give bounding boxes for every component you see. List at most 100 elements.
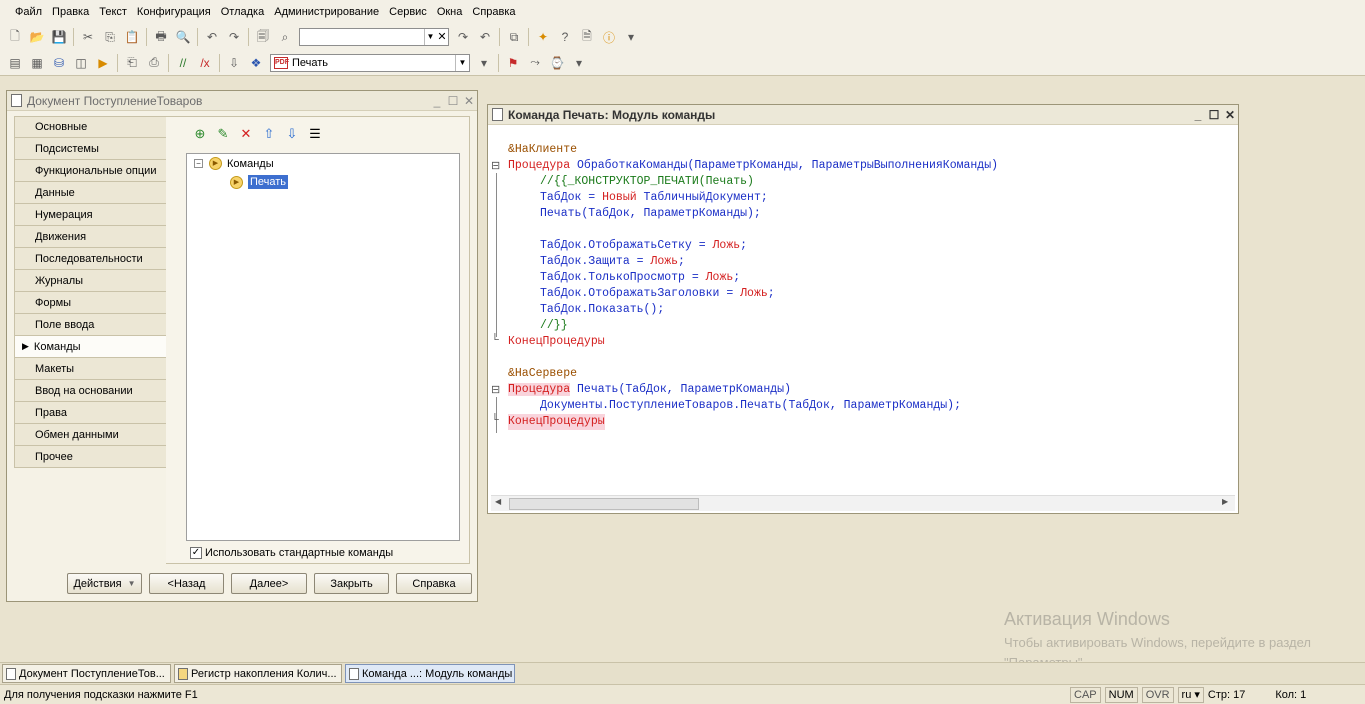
paste-icon[interactable]: 📋	[123, 28, 141, 46]
tab-numbering[interactable]: Нумерация	[14, 204, 167, 226]
toolbar-more-icon[interactable]: ▾	[622, 28, 640, 46]
menu-debug[interactable]: Отладка	[216, 0, 269, 24]
tree-node-print[interactable]: ▶ Печать	[230, 175, 289, 189]
maximize-icon[interactable]: ☐	[445, 94, 461, 108]
command-combo[interactable]: PDF Печать ▼	[270, 53, 470, 72]
cut-icon[interactable]: ✂	[79, 28, 97, 46]
procedure-icon[interactable]: ❖	[247, 54, 265, 72]
menu-windows[interactable]: Окна	[432, 0, 468, 24]
search-input[interactable]: ▼ ✕	[299, 28, 449, 46]
tab-journals[interactable]: Журналы	[14, 270, 167, 292]
info-icon[interactable]: ⓘ	[600, 28, 618, 46]
move-up-icon[interactable]: ⇧	[260, 125, 278, 143]
print-preview-icon[interactable]: 🔍	[174, 28, 192, 46]
tab-subsystems[interactable]: Подсистемы	[14, 138, 167, 160]
database-update-icon[interactable]: ⛁	[50, 54, 68, 72]
close-icon[interactable]: ✕	[461, 94, 477, 108]
module-icon[interactable]: ⎙	[145, 54, 163, 72]
checkbox-checked-icon[interactable]: ✓	[190, 547, 202, 559]
close-button[interactable]: Закрыть	[314, 573, 389, 594]
config-compare-icon[interactable]: ◫	[72, 54, 90, 72]
scroll-right-icon[interactable]: ▶	[1222, 497, 1228, 506]
maximize-icon[interactable]: ☐	[1206, 108, 1222, 122]
tab-data[interactable]: Данные	[14, 182, 167, 204]
search-clear-icon[interactable]: ✕	[436, 29, 448, 45]
minimize-icon[interactable]: _	[1190, 108, 1206, 122]
tab-functional-options[interactable]: Функциональные опции	[14, 160, 167, 182]
combo-dropdown-icon[interactable]: ▼	[455, 54, 469, 71]
breakpoint-icon[interactable]: ⚑	[504, 54, 522, 72]
menu-edit[interactable]: Правка	[47, 0, 94, 24]
taskbar-item-module[interactable]: Команда ...: Модуль команды	[345, 664, 515, 683]
document-window-titlebar[interactable]: Документ ПоступлениеТоваров _ ☐ ✕	[7, 91, 477, 111]
list-icon[interactable]: ☰	[306, 125, 324, 143]
menu-configuration[interactable]: Конфигурация	[132, 0, 216, 24]
config-window-icon[interactable]: ▦	[28, 54, 46, 72]
tab-templates[interactable]: Макеты	[14, 358, 167, 380]
find-icon[interactable]: ⌕	[276, 28, 294, 46]
tab-commands[interactable]: ▶ Команды	[14, 336, 172, 358]
run-debug-icon[interactable]: ▶	[94, 54, 112, 72]
find-previous-icon[interactable]: ↶	[476, 28, 494, 46]
taskbar-item-register[interactable]: Регистр накопления Колич...	[174, 664, 342, 683]
open-folder-icon[interactable]: 📂	[28, 28, 46, 46]
save-icon[interactable]: 💾	[50, 28, 68, 46]
find-in-files-icon[interactable]: 🗐	[254, 28, 272, 46]
tab-forms[interactable]: Формы	[14, 292, 167, 314]
redo-icon[interactable]: ↷	[225, 28, 243, 46]
delete-icon[interactable]: ✕	[237, 125, 255, 143]
tab-other[interactable]: Прочее	[14, 446, 167, 468]
tab-input-by-basis[interactable]: Ввод на основании	[14, 380, 167, 402]
taskbar-item-document[interactable]: Документ ПоступлениеТов...	[2, 664, 171, 683]
config-tree-icon[interactable]: ▤	[6, 54, 24, 72]
scrollbar-thumb[interactable]	[509, 498, 699, 510]
edit-icon[interactable]: ✎	[214, 125, 232, 143]
menu-file[interactable]: Файл	[10, 0, 47, 24]
collapse-procedure-icon[interactable]: ⊟	[491, 383, 502, 396]
help-button[interactable]: Справка	[396, 573, 472, 594]
step-icon[interactable]: ⤳	[526, 54, 544, 72]
search-dropdown-icon[interactable]: ▼	[424, 29, 436, 45]
combo-more-icon[interactable]: ▾	[475, 54, 493, 72]
tab-input-field[interactable]: Поле ввода	[14, 314, 167, 336]
collapse-procedure-icon[interactable]: ⊟	[491, 159, 502, 172]
module-window-titlebar[interactable]: Команда Печать: Модуль команды _ ☐ ✕	[488, 105, 1238, 125]
close-icon[interactable]: ✕	[1222, 108, 1238, 122]
windows-icon[interactable]: ⧉	[505, 28, 523, 46]
next-button[interactable]: Далее>	[231, 573, 307, 594]
tab-data-exchange[interactable]: Обмен данными	[14, 424, 167, 446]
tab-main[interactable]: Основные	[14, 116, 167, 138]
wizard-icon[interactable]: ✦	[534, 28, 552, 46]
new-file-icon[interactable]: 🗋	[6, 28, 24, 46]
actions-button[interactable]: Действия ▼	[67, 573, 142, 594]
menu-administration[interactable]: Администрирование	[269, 0, 384, 24]
undo-icon[interactable]: ↶	[203, 28, 221, 46]
debug-more-icon[interactable]: ▾	[570, 54, 588, 72]
procedures-list-icon[interactable]: ⇩	[225, 54, 243, 72]
copy-icon[interactable]: ⎘	[101, 28, 119, 46]
use-standard-commands-checkbox[interactable]: ✓ Использовать стандартные команды	[190, 547, 393, 559]
back-button[interactable]: <Назад	[149, 573, 224, 594]
menu-text[interactable]: Текст	[94, 0, 132, 24]
collapse-icon[interactable]: −	[194, 159, 203, 168]
add-icon[interactable]: ⊕	[191, 125, 209, 143]
form-editor-icon[interactable]: ⎗	[123, 54, 141, 72]
move-down-icon[interactable]: ⇩	[283, 125, 301, 143]
find-next-icon[interactable]: ↷	[454, 28, 472, 46]
comment-icon[interactable]: //	[174, 54, 192, 72]
language-selector[interactable]: ru ▾	[1177, 686, 1204, 703]
print-icon[interactable]: 🖶	[152, 28, 170, 46]
horizontal-scrollbar[interactable]: ◀ ▶	[491, 495, 1235, 511]
tab-rights[interactable]: Права	[14, 402, 167, 424]
minimize-icon[interactable]: _	[429, 94, 445, 108]
syntax-helper-icon[interactable]: ?	[556, 28, 574, 46]
scroll-left-icon[interactable]: ◀	[495, 497, 501, 506]
menu-help[interactable]: Справка	[467, 0, 520, 24]
uncomment-icon[interactable]: /x	[196, 54, 214, 72]
tab-movements[interactable]: Движения	[14, 226, 167, 248]
tab-sequences[interactable]: Последовательности	[14, 248, 167, 270]
document-icon[interactable]: 🗎	[578, 28, 596, 46]
tree-node-commands[interactable]: − ▶ Команды	[194, 157, 274, 170]
watch-icon[interactable]: ⌚	[548, 54, 566, 72]
menu-service[interactable]: Сервис	[384, 0, 432, 24]
